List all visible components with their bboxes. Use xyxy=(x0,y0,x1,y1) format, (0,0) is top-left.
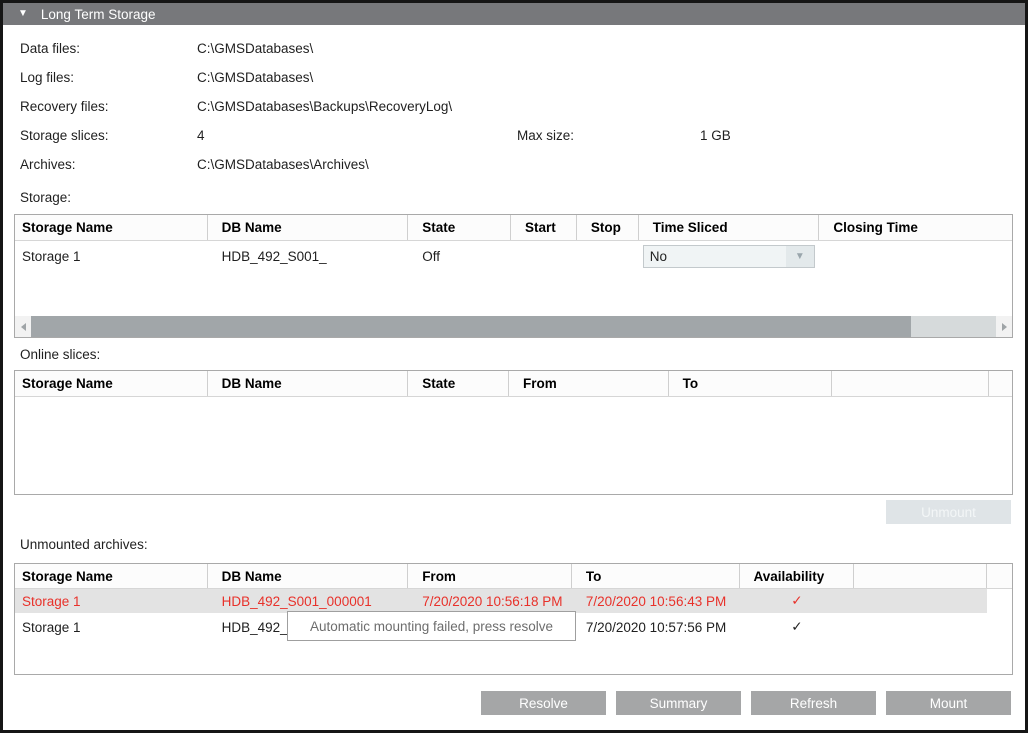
cell-stop xyxy=(577,241,639,271)
mount-button[interactable]: Mount xyxy=(886,691,1011,715)
column-header-to[interactable]: To xyxy=(572,564,740,588)
column-header-to[interactable]: To xyxy=(669,371,833,396)
column-header-storage-name[interactable]: Storage Name xyxy=(15,564,208,588)
unmount-button[interactable]: Unmount xyxy=(886,500,1011,524)
column-header-db-name[interactable]: DB Name xyxy=(208,564,409,588)
max-size-value: 1 GB xyxy=(700,128,731,143)
archives-label: Archives: xyxy=(20,157,76,172)
column-header-storage-name[interactable]: Storage Name xyxy=(15,371,208,396)
column-header-filler xyxy=(987,564,1012,588)
online-slices-table: Storage Name DB Name State From To xyxy=(14,370,1013,495)
online-slices-table-header: Storage Name DB Name State From To xyxy=(15,371,1012,397)
column-header-empty[interactable] xyxy=(832,371,989,396)
cell-state: Off xyxy=(408,241,511,271)
column-header-time-sliced[interactable]: Time Sliced xyxy=(639,215,820,240)
cell-db-name: HDB_492_S001_ xyxy=(208,241,409,271)
storage-table-header: Storage Name DB Name State Start Stop Ti… xyxy=(15,215,1012,241)
cell-to: 7/20/2020 10:57:56 PM xyxy=(572,613,740,641)
unmounted-archives-section-label: Unmounted archives: xyxy=(20,537,148,552)
time-sliced-selected-value: No xyxy=(644,246,786,267)
storage-slices-value: 4 xyxy=(197,128,205,143)
column-header-stop[interactable]: Stop xyxy=(577,215,639,240)
collapse-triangle-icon[interactable]: ▼ xyxy=(18,9,28,19)
column-header-state[interactable]: State xyxy=(408,371,509,396)
refresh-button[interactable]: Refresh xyxy=(751,691,876,715)
unmounted-archive-row-alert[interactable]: Storage 1 HDB_492_S001_000001 7/20/2020 … xyxy=(15,589,1012,613)
storage-slices-label: Storage slices: xyxy=(20,128,109,143)
log-files-value: C:\GMSDatabases\ xyxy=(197,70,313,85)
cell-storage-name: Storage 1 xyxy=(15,613,208,641)
cell-closing-time xyxy=(819,241,1012,271)
cell-empty xyxy=(854,589,987,613)
data-files-label: Data files: xyxy=(20,41,80,56)
column-header-state[interactable]: State xyxy=(408,215,511,240)
cell-from: 7/20/2020 10:56:18 PM xyxy=(408,589,572,613)
column-header-from[interactable]: From xyxy=(408,564,572,588)
column-header-empty[interactable] xyxy=(854,564,987,588)
cell-start xyxy=(511,241,577,271)
column-header-filler xyxy=(989,371,1012,396)
data-files-value: C:\GMSDatabases\ xyxy=(197,41,313,56)
scrollbar-track[interactable] xyxy=(911,316,996,337)
archives-value: C:\GMSDatabases\Archives\ xyxy=(197,157,369,172)
online-slices-section-label: Online slices: xyxy=(20,347,100,362)
recovery-files-label: Recovery files: xyxy=(20,99,109,114)
dropdown-arrow-icon[interactable]: ▼ xyxy=(786,246,814,267)
column-header-availability[interactable]: Availability xyxy=(740,564,855,588)
cell-storage-name: Storage 1 xyxy=(15,589,208,613)
storage-table-row[interactable]: Storage 1 HDB_492_S001_ Off No ▼ xyxy=(15,241,1012,271)
storage-table: Storage Name DB Name State Start Stop Ti… xyxy=(14,214,1013,338)
scroll-left-arrow-icon[interactable] xyxy=(15,316,31,337)
cell-empty xyxy=(854,613,987,641)
horizontal-scrollbar[interactable] xyxy=(15,316,1012,337)
availability-check-icon: ✓ xyxy=(740,589,855,613)
panel-header[interactable]: ▼ Long Term Storage xyxy=(3,3,1025,25)
cell-filler xyxy=(987,613,1012,641)
storage-section-label: Storage: xyxy=(20,190,71,205)
cell-db-name: HDB_492_S001_000001 xyxy=(208,589,409,613)
cell-filler xyxy=(987,589,1012,613)
tooltip-automatic-mounting-failed: Automatic mounting failed, press resolve xyxy=(287,611,576,641)
max-size-label: Max size: xyxy=(517,128,574,143)
summary-button[interactable]: Summary xyxy=(616,691,741,715)
column-header-db-name[interactable]: DB Name xyxy=(208,215,409,240)
column-header-start[interactable]: Start xyxy=(511,215,577,240)
time-sliced-dropdown[interactable]: No ▼ xyxy=(643,245,815,268)
availability-check-icon: ✓ xyxy=(740,613,855,641)
scrollbar-thumb[interactable] xyxy=(31,316,911,337)
scroll-right-arrow-icon[interactable] xyxy=(996,316,1012,337)
column-header-storage-name[interactable]: Storage Name xyxy=(15,215,208,240)
panel-title: Long Term Storage xyxy=(41,7,156,22)
cell-storage-name: Storage 1 xyxy=(15,241,208,271)
cell-to: 7/20/2020 10:56:43 PM xyxy=(572,589,740,613)
resolve-button[interactable]: Resolve xyxy=(481,691,606,715)
column-header-db-name[interactable]: DB Name xyxy=(208,371,409,396)
log-files-label: Log files: xyxy=(20,70,74,85)
long-term-storage-panel: ▼ Long Term Storage Data files: C:\GMSDa… xyxy=(0,0,1028,733)
column-header-from[interactable]: From xyxy=(509,371,669,396)
cell-time-sliced: No ▼ xyxy=(639,241,820,271)
column-header-closing-time[interactable]: Closing Time xyxy=(819,215,1012,240)
unmounted-archives-table-header: Storage Name DB Name From To Availabilit… xyxy=(15,564,1012,589)
recovery-files-value: C:\GMSDatabases\Backups\RecoveryLog\ xyxy=(197,99,452,114)
